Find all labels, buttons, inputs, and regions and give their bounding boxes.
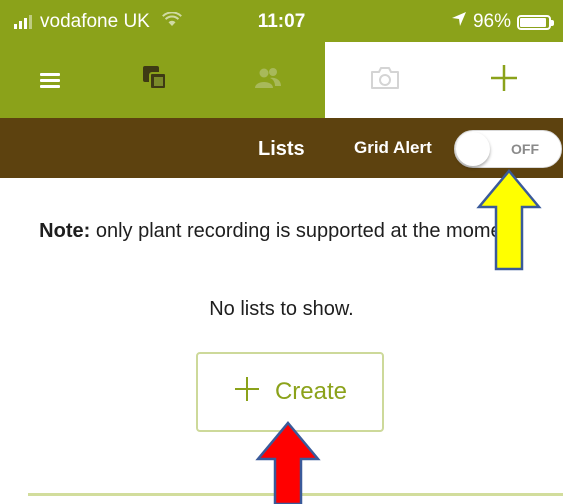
tab-add[interactable] [444,42,563,118]
gallery-icon [142,65,168,96]
red-arrow-annotation [255,421,321,504]
grid-alert-toggle[interactable]: OFF [454,130,562,168]
people-icon [254,67,282,94]
status-right: 96% [451,11,554,33]
note-message: only plant recording is supported at the… [90,220,524,242]
battery-fill [520,17,546,27]
yellow-arrow-annotation [476,169,542,271]
menu-button[interactable] [0,42,100,118]
create-label: Create [274,378,348,405]
battery-percent: 96% [472,11,511,32]
tab-people[interactable] [210,42,325,118]
location-arrow-icon [451,11,467,33]
note-text: Note: only plant recording is supported … [20,218,543,244]
empty-state-text: No lists to show. [209,298,354,320]
toggle-state: OFF [511,141,539,157]
page-title: Lists [258,138,305,160]
tab-gallery[interactable] [100,42,210,118]
battery-icon [517,14,554,30]
plus-icon [233,375,261,410]
grid-alert-label: Grid Alert [354,138,432,157]
hamburger-menu-icon [40,72,60,88]
tab-camera[interactable] [325,42,444,118]
status-bar: vodafone UK 11:07 96% [0,0,563,42]
note-label: Note: [39,220,91,242]
toggle-knob[interactable] [456,132,490,166]
tab-bar [0,42,563,118]
plus-icon [489,63,519,98]
camera-icon [370,66,400,95]
